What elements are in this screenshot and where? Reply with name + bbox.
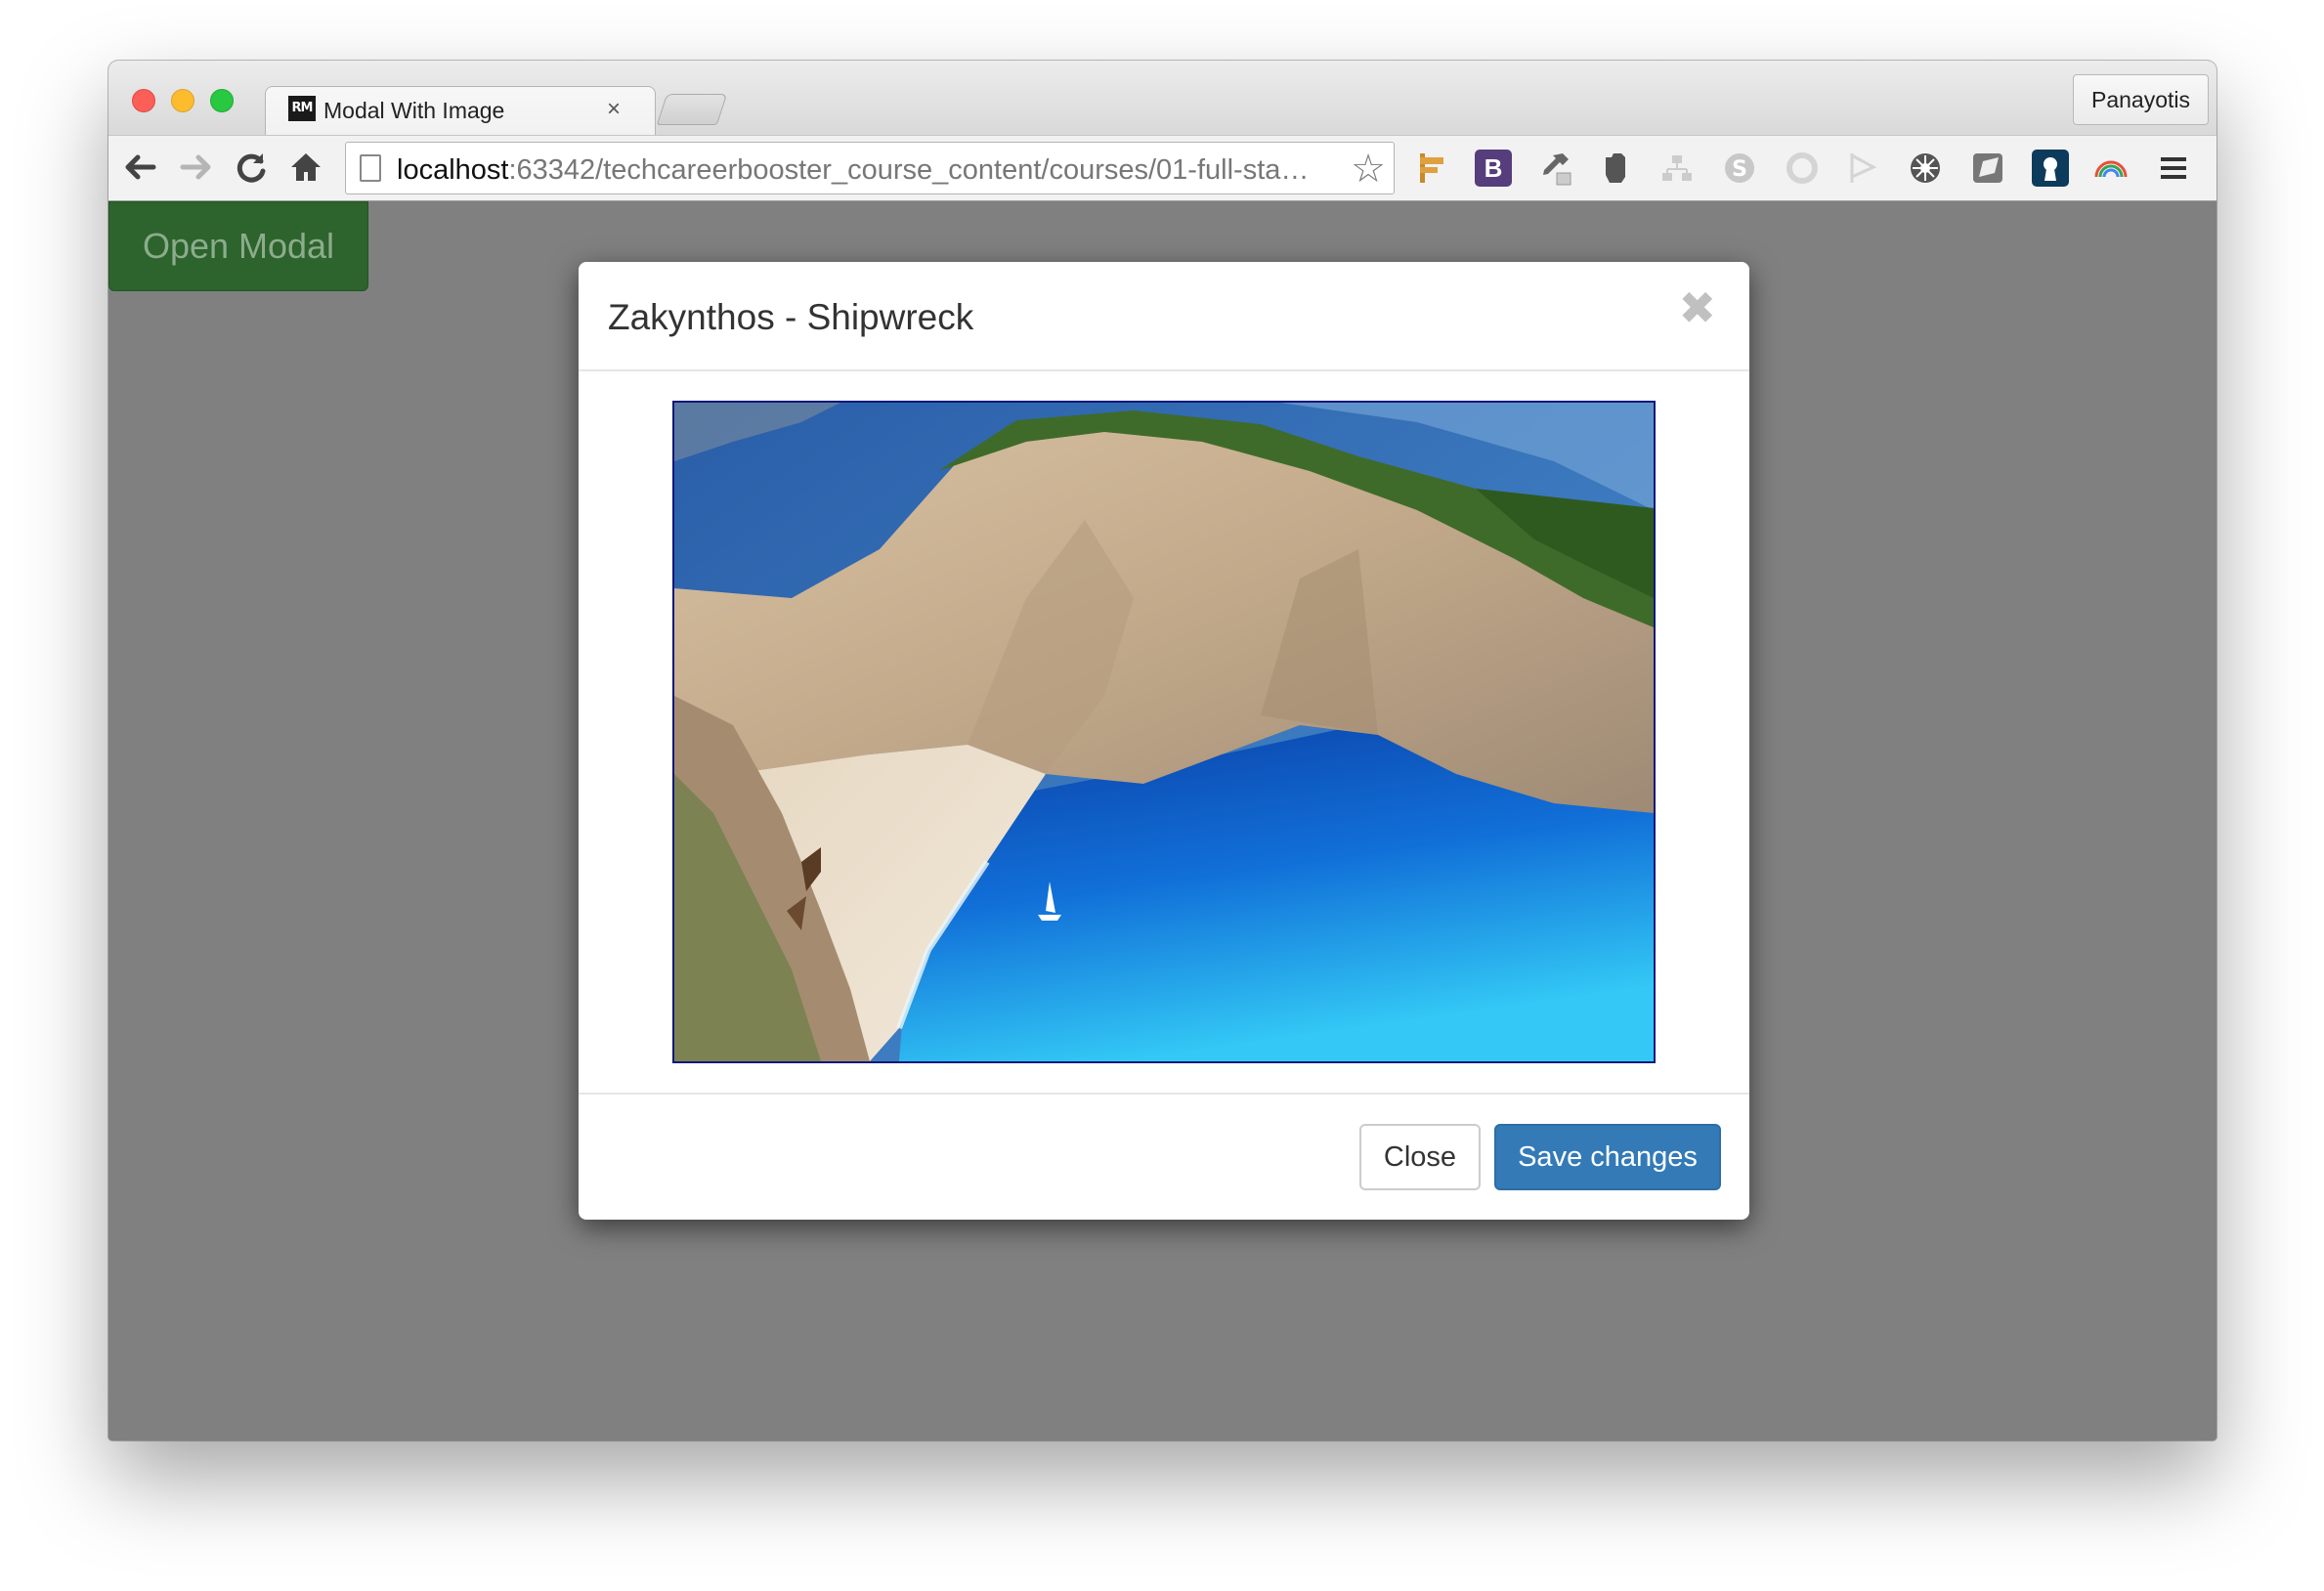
modal-footer: Close Save changes (579, 1093, 1749, 1220)
settings-wheel-icon[interactable] (1907, 150, 1944, 187)
bookmark-sign-icon[interactable] (1412, 150, 1449, 187)
url-path: :63342/techcareerbooster_course_content/… (508, 154, 1310, 186)
keyhole-icon[interactable] (2032, 150, 2069, 187)
flag-icon[interactable] (1844, 150, 1881, 187)
window-maximize-button[interactable] (210, 89, 234, 112)
home-icon[interactable] (286, 148, 325, 187)
toolbar: localhost:63342/techcareerbooster_course… (108, 135, 2216, 201)
reload-icon[interactable] (232, 148, 271, 187)
address-bar[interactable]: localhost:63342/techcareerbooster_course… (345, 142, 1395, 194)
tab-title: Modal With Image (323, 98, 505, 123)
forward-arrow-icon[interactable] (177, 148, 216, 187)
title-bar: RM Modal With Image × Panayotis (108, 61, 2216, 137)
modal-title: Zakynthos - Shipwreck (608, 297, 974, 337)
tab-favicon-icon: RM (288, 96, 316, 121)
bootstrap-icon[interactable]: B (1475, 150, 1512, 187)
eyedropper-icon[interactable] (1535, 150, 1572, 187)
modal-header: Zakynthos - Shipwreck ✖ (579, 262, 1749, 371)
modal-close-icon[interactable]: ✖ (1678, 285, 1716, 330)
new-tab-button[interactable] (656, 94, 728, 125)
back-arrow-icon[interactable] (120, 148, 159, 187)
browser-window: RM Modal With Image × Panayotis localhos… (108, 61, 2216, 1440)
shipwreck-beach-image (672, 401, 1656, 1063)
bookmark-star-icon[interactable]: ☆ (1351, 147, 1386, 192)
svg-text:S: S (1732, 157, 1747, 182)
open-modal-button[interactable]: Open Modal (108, 201, 368, 291)
sync-icon[interactable] (1784, 150, 1821, 187)
page-icon (360, 154, 381, 182)
save-changes-button[interactable]: Save changes (1494, 1124, 1721, 1190)
window-minimize-button[interactable] (171, 89, 194, 112)
page-overlay: Open Modal Zakynthos - Shipwreck ✖ Close… (108, 201, 2216, 1440)
sitemap-icon[interactable] (1658, 150, 1696, 187)
profile-button[interactable]: Panayotis (2072, 74, 2209, 125)
skype-icon[interactable]: S (1721, 150, 1758, 187)
close-button[interactable]: Close (1359, 1124, 1481, 1190)
url-host: localhost (397, 154, 509, 186)
modal-dialog: Zakynthos - Shipwreck ✖ Close Save chang… (579, 262, 1749, 1220)
url-text[interactable]: localhost:63342/techcareerbooster_course… (397, 154, 1309, 187)
rainbow-icon[interactable] (2092, 150, 2130, 187)
window-close-button[interactable] (132, 89, 155, 112)
tab-close-icon[interactable]: × (607, 96, 621, 123)
screenshot-icon[interactable] (1969, 150, 2006, 187)
evernote-icon[interactable] (1596, 150, 1633, 187)
menu-icon[interactable] (2155, 150, 2192, 187)
